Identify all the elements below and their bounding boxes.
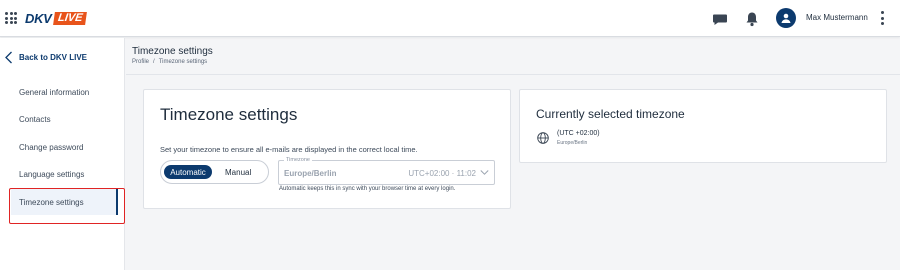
breadcrumb: Profile / Timezone settings [132, 59, 207, 65]
back-label: Back to DKV LIVE [19, 53, 88, 62]
avatar[interactable] [776, 8, 796, 28]
mode-toggle: Automatic Manual [160, 160, 269, 184]
timezone-offset: UTC+02:00 · 11:02 [408, 169, 476, 178]
more-vert-icon[interactable] [881, 11, 885, 25]
user-icon [781, 13, 791, 23]
current-timezone-heading: Currently selected timezone [536, 107, 685, 121]
timezone-hint: Automatic keeps this in sync with your b… [279, 186, 456, 192]
divider [126, 74, 900, 75]
apps-grid-icon[interactable] [5, 12, 17, 24]
breadcrumb-profile[interactable]: Profile [132, 59, 149, 65]
sidebar-item-general-information[interactable]: General information [19, 88, 89, 97]
globe-icon [537, 132, 549, 144]
current-timezone-card: Currently selected timezone (UTC +02:00)… [519, 89, 887, 163]
sidebar: Back to DKV LIVE General information Con… [0, 38, 125, 270]
current-timezone-offset: (UTC +02:00) [557, 130, 600, 137]
sidebar-item-timezone-settings[interactable]: Timezone settings [19, 198, 84, 207]
timezone-settings-card: Timezone settings Set your timezone to e… [143, 89, 511, 209]
sidebar-item-language-settings[interactable]: Language settings [19, 170, 84, 179]
timezone-value: Europe/Berlin [284, 169, 337, 178]
chevron-left-icon [5, 51, 12, 64]
automatic-toggle-button[interactable]: Automatic [164, 165, 212, 179]
page-title: Timezone settings [132, 46, 213, 57]
bell-icon[interactable] [744, 11, 760, 27]
current-timezone-zone: Europe/Berlin [557, 140, 588, 146]
breadcrumb-current: Timezone settings [158, 59, 208, 65]
dkv-live-logo[interactable]: DKV LIVE [25, 10, 87, 26]
timezone-select[interactable]: Timezone Europe/Berlin UTC+02:00 · 11:02 [278, 157, 495, 185]
card-description: Set your timezone to ensure all e-mails … [160, 145, 418, 154]
username[interactable]: Max Mustermann [806, 13, 868, 22]
chevron-down-icon [480, 170, 489, 175]
breadcrumb-separator: / [153, 59, 155, 65]
back-to-dkv-live-link[interactable]: Back to DKV LIVE [4, 51, 87, 64]
card-heading: Timezone settings [160, 105, 298, 124]
manual-toggle-button[interactable]: Manual [225, 168, 251, 177]
sidebar-item-contacts[interactable]: Contacts [19, 115, 51, 124]
sidebar-item-change-password[interactable]: Change password [19, 143, 83, 152]
logo-badge: LIVE [52, 11, 87, 25]
top-bar: DKV LIVE Max Mustermann [0, 0, 900, 37]
chat-icon[interactable] [712, 11, 728, 27]
timezone-field-label: Timezone [284, 157, 312, 163]
logo-text: DKV [25, 10, 52, 26]
